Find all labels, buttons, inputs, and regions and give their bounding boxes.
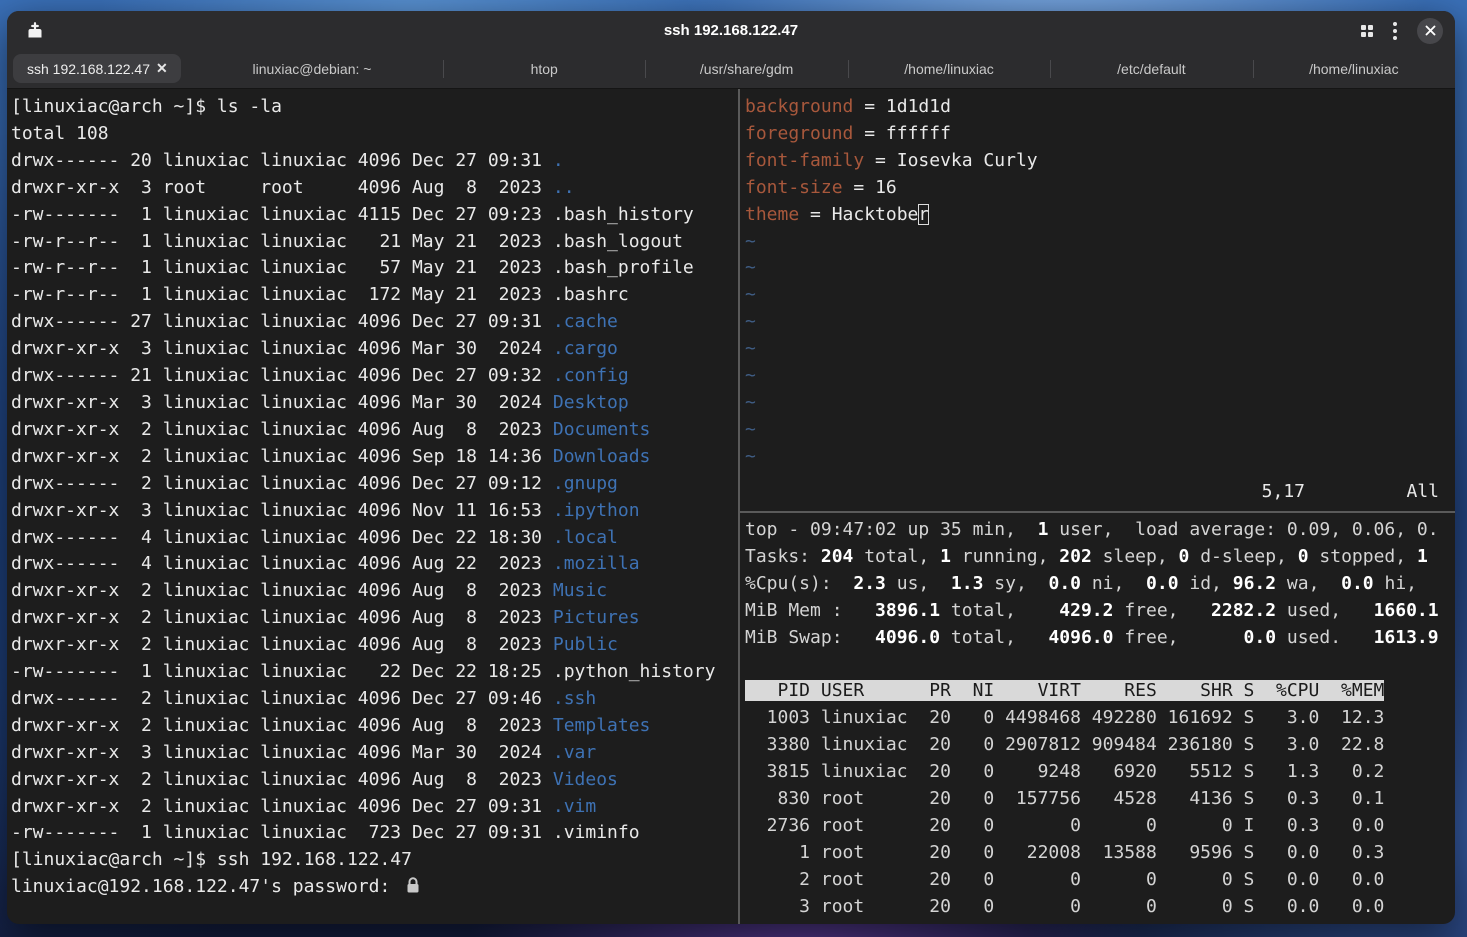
vim-buffer: background = 1d1d1dforeground = fffffffo…	[745, 94, 1455, 471]
new-tab-icon	[26, 22, 44, 40]
terminal-line: drwx------ 2 linuxiac linuxiac 4096 Dec …	[11, 686, 738, 713]
terminal-line: drwx------ 2 linuxiac linuxiac 4096 Dec …	[11, 471, 738, 498]
tab[interactable]: /home/linuxiac	[1253, 50, 1455, 88]
vim-tilde-line: ~	[745, 336, 1455, 363]
terminal-line: drwx------ 20 linuxiac linuxiac 4096 Dec…	[11, 148, 738, 175]
menu-kebab-icon	[1393, 22, 1397, 40]
new-tab-button[interactable]	[23, 19, 47, 43]
close-button[interactable]	[1417, 18, 1443, 44]
process-row: 2736 root 20 0 0 0 0 I 0.3 0.0	[745, 813, 1455, 840]
tab-label: /usr/share/gdm	[700, 61, 793, 77]
config-line: foreground = ffffff	[745, 121, 1455, 148]
terminal-line: drwxr-xr-x 2 linuxiac linuxiac 4096 Aug …	[11, 713, 738, 740]
tab-overview-button[interactable]	[1361, 25, 1373, 37]
config-line: font-family = Iosevka Curly	[745, 148, 1455, 175]
top-summary-line: %Cpu(s): 2.3 us, 1.3 sy, 0.0 ni, 0.0 id,…	[745, 571, 1455, 598]
vim-tilde-line: ~	[745, 363, 1455, 390]
window-title: ssh 192.168.122.47	[7, 22, 1455, 39]
process-row: 1003 linuxiac 20 0 4498468 492280 161692…	[745, 705, 1455, 732]
tab-active[interactable]: ssh 192.168.122.47 ✕	[13, 54, 181, 83]
terminal-window: ssh 192.168.122.47 ssh 192.168.122.47 ✕ li…	[7, 11, 1455, 924]
vim-tilde-line: ~	[745, 282, 1455, 309]
top-summary-line: MiB Mem : 3896.1 total, 429.2 free, 2282…	[745, 598, 1455, 625]
terminal-line: drwxr-xr-x 2 linuxiac linuxiac 4096 Aug …	[11, 632, 738, 659]
terminal-line: drwxr-xr-x 3 linuxiac linuxiac 4096 Mar …	[11, 740, 738, 767]
tab[interactable]: linuxiac@debian: ~	[181, 50, 443, 88]
tab[interactable]: /usr/share/gdm	[645, 50, 847, 88]
terminal-line: drwx------ 21 linuxiac linuxiac 4096 Dec…	[11, 363, 738, 390]
config-line: theme = Hacktober	[745, 202, 1455, 229]
terminal-content: [linuxiac@arch ~]$ ls -latotal 108drwx--…	[7, 89, 1455, 924]
terminal-line: drwxr-xr-x 3 linuxiac linuxiac 4096 Nov …	[11, 498, 738, 525]
terminal-line: [linuxiac@arch ~]$ ls -la	[11, 94, 738, 121]
terminal-line: -rw------- 1 linuxiac linuxiac 22 Dec 22…	[11, 659, 738, 686]
top-summary-line: top - 09:47:02 up 35 min, 1 user, load a…	[745, 517, 1455, 544]
process-row: 3380 linuxiac 20 0 2907812 909484 236180…	[745, 732, 1455, 759]
terminal-line: drwxr-xr-x 2 linuxiac linuxiac 4096 Aug …	[11, 578, 738, 605]
vim-tilde-line: ~	[745, 390, 1455, 417]
tab-label: /home/linuxiac	[904, 61, 994, 77]
vim-tilde-line: ~	[745, 229, 1455, 256]
terminal-line: drwxr-xr-x 3 root root 4096 Aug 8 2023 .…	[11, 175, 738, 202]
top-summary-line: Tasks: 204 total, 1 running, 202 sleep, …	[745, 544, 1455, 571]
process-row: 3 root 20 0 0 0 0 S 0.0 0.0	[745, 894, 1455, 921]
terminal-line: drwxr-xr-x 2 linuxiac linuxiac 4096 Aug …	[11, 767, 738, 794]
close-icon	[1425, 25, 1436, 36]
tab[interactable]: /etc/default	[1050, 50, 1252, 88]
tab-label: htop	[531, 61, 558, 77]
blank-line	[745, 652, 1455, 679]
vim-tilde-line: ~	[745, 417, 1455, 444]
terminal-line: total 108	[11, 121, 738, 148]
tab-overview-icon	[1361, 25, 1373, 37]
tab-label: linuxiac@debian: ~	[253, 61, 372, 77]
vim-scroll-position: All	[1406, 481, 1439, 502]
terminal-line: -rw------- 1 linuxiac linuxiac 4115 Dec …	[11, 202, 738, 229]
terminal-line: drwxr-xr-x 2 linuxiac linuxiac 4096 Sep …	[11, 444, 738, 471]
tab[interactable]: htop	[443, 50, 645, 88]
tab-bar: ssh 192.168.122.47 ✕ linuxiac@debian: ~ hto…	[7, 50, 1455, 89]
tab-label: /home/linuxiac	[1309, 61, 1399, 77]
config-line: background = 1d1d1d	[745, 94, 1455, 121]
tab-label: /etc/default	[1117, 61, 1186, 77]
terminal-line: -rw------- 1 linuxiac linuxiac 723 Dec 2…	[11, 820, 738, 847]
top-summary-line: MiB Swap: 4096.0 total, 4096.0 free, 0.0…	[745, 625, 1455, 652]
password-lock-icon	[405, 876, 421, 894]
terminal-line: -rw-r--r-- 1 linuxiac linuxiac 21 May 21…	[11, 229, 738, 256]
terminal-line: [linuxiac@arch ~]$ ssh 192.168.122.47	[11, 847, 738, 874]
terminal-line: drwx------ 4 linuxiac linuxiac 4096 Dec …	[11, 525, 738, 552]
process-row: 2 root 20 0 0 0 0 S 0.0 0.0	[745, 867, 1455, 894]
vim-status-line: 5,17 All	[740, 481, 1455, 508]
terminal-line: drwxr-xr-x 2 linuxiac linuxiac 4096 Aug …	[11, 417, 738, 444]
terminal-line: drwx------ 27 linuxiac linuxiac 4096 Dec…	[11, 309, 738, 336]
terminal-pane-ssh[interactable]: [linuxiac@arch ~]$ ls -latotal 108drwx--…	[7, 89, 738, 924]
process-row: 3815 linuxiac 20 0 9248 6920 5512 S 1.3 …	[745, 759, 1455, 786]
terminal-line: linuxiac@192.168.122.47's password:	[11, 874, 738, 901]
menu-button[interactable]	[1393, 22, 1397, 40]
right-column: background = 1d1d1dforeground = fffffffo…	[738, 89, 1455, 924]
process-table-header: PID USER PR NI VIRT RES SHR S %CPU %MEM	[745, 678, 1455, 705]
vim-cursor: r	[918, 204, 929, 225]
terminal-line: drwxr-xr-x 2 linuxiac linuxiac 4096 Aug …	[11, 605, 738, 632]
vim-tilde-line: ~	[745, 309, 1455, 336]
vim-tilde-line: ~	[745, 444, 1455, 471]
terminal-line: drwxr-xr-x 2 linuxiac linuxiac 4096 Dec …	[11, 794, 738, 821]
process-row: 1 root 20 0 22008 13588 9596 S 0.0 0.3	[745, 840, 1455, 867]
titlebar: ssh 192.168.122.47	[7, 11, 1455, 50]
tab-label: ssh 192.168.122.47	[27, 61, 150, 77]
terminal-line: drwxr-xr-x 3 linuxiac linuxiac 4096 Mar …	[11, 390, 738, 417]
terminal-line: drwx------ 4 linuxiac linuxiac 4096 Aug …	[11, 551, 738, 578]
vim-config-pane[interactable]: background = 1d1d1dforeground = fffffffo…	[740, 89, 1455, 511]
config-line: font-size = 16	[745, 175, 1455, 202]
terminal-line: drwxr-xr-x 3 linuxiac linuxiac 4096 Mar …	[11, 336, 738, 363]
vim-ruler: 5,17	[1262, 481, 1305, 502]
terminal-line: -rw-r--r-- 1 linuxiac linuxiac 172 May 2…	[11, 282, 738, 309]
tab-close-icon[interactable]: ✕	[156, 60, 168, 77]
tab[interactable]: /home/linuxiac	[848, 50, 1050, 88]
process-row: 830 root 20 0 157756 4528 4136 S 0.3 0.1	[745, 786, 1455, 813]
top-monitor-pane[interactable]: top - 09:47:02 up 35 min, 1 user, load a…	[740, 513, 1455, 924]
vim-tilde-line: ~	[745, 255, 1455, 282]
terminal-line: -rw-r--r-- 1 linuxiac linuxiac 57 May 21…	[11, 255, 738, 282]
